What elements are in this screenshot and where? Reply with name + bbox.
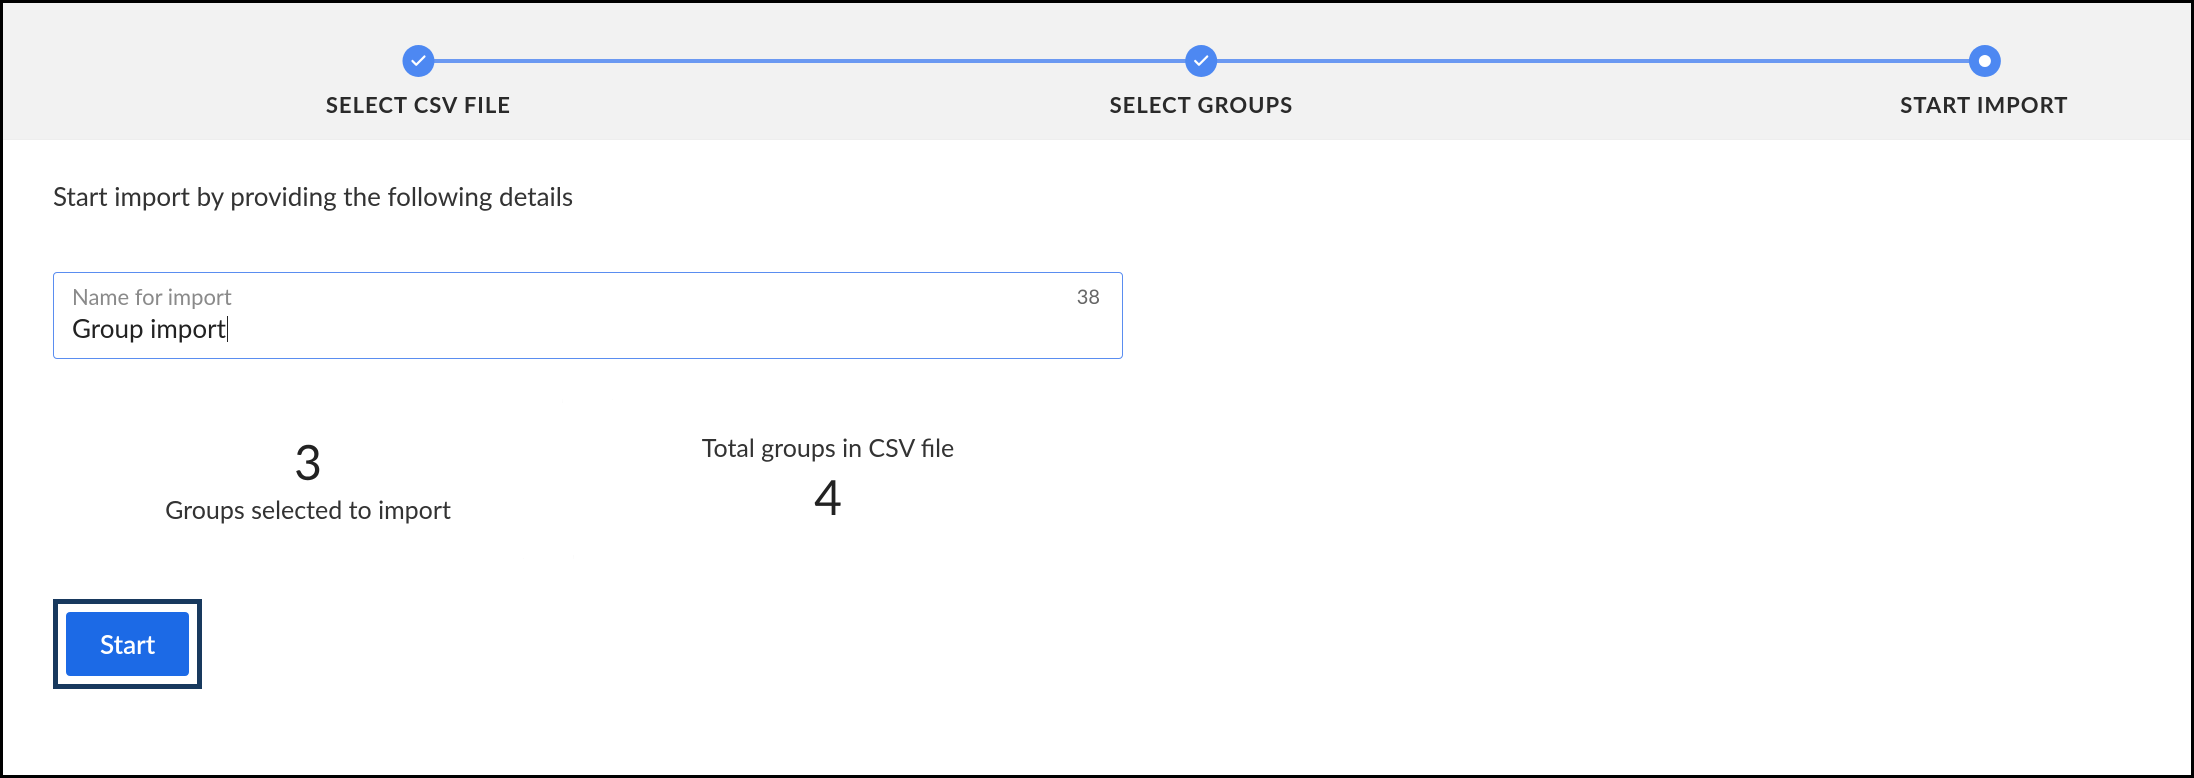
char-remaining: 38 — [1077, 285, 1100, 309]
step-label: START IMPORT — [1900, 91, 2068, 118]
stat-label: Total groups in CSV file — [702, 433, 954, 463]
import-name-field[interactable]: Name for import 38 Group import — [53, 272, 1123, 359]
step-select-groups[interactable]: SELECT GROUPS — [1110, 45, 1294, 118]
step-line-2 — [1201, 59, 1984, 63]
import-name-input[interactable]: Group import — [72, 312, 228, 344]
stepper-header: SELECT CSV FILE SELECT GROUPS START IMPO… — [3, 3, 2191, 140]
import-wizard-frame: SELECT CSV FILE SELECT GROUPS START IMPO… — [0, 0, 2194, 778]
step-label: SELECT GROUPS — [1110, 91, 1294, 118]
stats-row: 3 Groups selected to import Total groups… — [53, 399, 2141, 559]
check-icon — [1185, 45, 1217, 77]
start-button[interactable]: Start — [66, 612, 189, 676]
stat-selected-groups: 3 Groups selected to import — [53, 399, 563, 559]
instruction-text: Start import by providing the following … — [53, 180, 2141, 212]
stat-total-groups: Total groups in CSV file 4 — [573, 399, 1083, 559]
current-step-icon — [1968, 45, 2000, 77]
step-line-1 — [418, 59, 1201, 63]
check-icon — [402, 45, 434, 77]
start-button-highlight: Start — [53, 599, 202, 689]
content-area: Start import by providing the following … — [3, 140, 2191, 775]
stat-label: Groups selected to import — [165, 495, 451, 525]
import-name-label: Name for import — [72, 283, 1104, 310]
step-label: SELECT CSV FILE — [326, 91, 511, 118]
step-select-csv[interactable]: SELECT CSV FILE — [326, 45, 511, 118]
stat-value: 4 — [814, 469, 842, 526]
stepper: SELECT CSV FILE SELECT GROUPS START IMPO… — [53, 25, 2141, 115]
stat-value: 3 — [294, 434, 322, 491]
step-start-import[interactable]: START IMPORT — [1900, 45, 2068, 118]
